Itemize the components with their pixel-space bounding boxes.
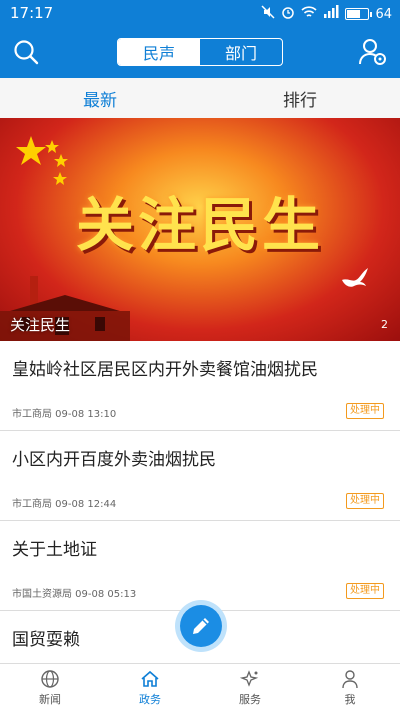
item-title: 皇姑岭社区居民区内开外卖餐馆油烟扰民 [12,360,318,380]
nav-item-news[interactable]: 新闻 [0,664,100,711]
status-bar: 17:17 64 [0,0,400,28]
header-bar: 民声 部门 [0,28,400,78]
compose-button[interactable] [175,600,227,652]
item-meta: 市工商局 09-08 13:10 [12,409,117,420]
banner-page-count: 2 [381,318,388,331]
nav-item-me[interactable]: 我 [300,664,400,711]
dove-icon [342,268,368,287]
wifi-icon [301,5,318,23]
banner-headline: 关注民生 [75,191,324,259]
user-settings-icon[interactable] [358,37,388,67]
status-icons: 64 [261,5,392,23]
item-meta: 市工商局 09-08 12:44 [12,499,117,510]
pencil-icon [193,618,209,634]
nav-label: 我 [344,692,356,706]
nav-item-service[interactable]: 服务 [200,664,300,711]
battery-icon [345,8,373,20]
status-badge: 处理中 [346,493,384,509]
status-time: 17:17 [10,4,54,22]
item-meta: 市国土资源局 09-08 05:13 [12,589,137,600]
segment-switch: 民声 部门 [117,38,283,66]
tab-ranking[interactable]: 排行 [200,78,400,118]
list-item[interactable]: 关于土地证 市国土资源局 09-08 05:13 处理中 [0,521,400,611]
mute-icon [261,5,275,23]
segment-bumen[interactable]: 部门 [200,39,282,65]
person-icon [342,669,358,688]
bottom-nav: 新闻 政务 服务 我 [0,663,400,711]
battery-level [347,10,360,18]
nav-label: 政务 [139,692,161,706]
signal-icon [323,5,339,23]
nav-item-government[interactable]: 政务 [100,664,200,711]
list-item[interactable]: 小区内开百度外卖油烟扰民 市工商局 09-08 12:44 处理中 [0,431,400,521]
alarm-icon [281,5,295,23]
compose-button-inner [180,605,222,647]
item-title: 关于土地证 [12,540,97,560]
content-tabs: 最新 排行 [0,78,400,118]
nav-label: 服务 [239,692,261,706]
tab-latest[interactable]: 最新 [0,78,200,118]
banner-carousel[interactable]: 关注民生 关注民生 2 [0,118,400,341]
item-title: 国贸耍赖 [12,630,80,650]
status-badge: 处理中 [346,583,384,599]
home-icon [141,670,159,687]
search-icon[interactable] [12,38,40,66]
item-title: 小区内开百度外卖油烟扰民 [12,450,216,470]
nav-label: 新闻 [39,692,61,706]
sparkle-icon [240,669,259,687]
battery-percent: 64 [375,6,392,22]
status-badge: 处理中 [346,403,384,419]
globe-icon [41,669,59,688]
segment-minsheng[interactable]: 民声 [118,39,200,65]
banner-caption: 关注民生 [10,316,71,334]
list-item[interactable]: 皇姑岭社区居民区内开外卖餐馆油烟扰民 市工商局 09-08 13:10 处理中 [0,341,400,431]
